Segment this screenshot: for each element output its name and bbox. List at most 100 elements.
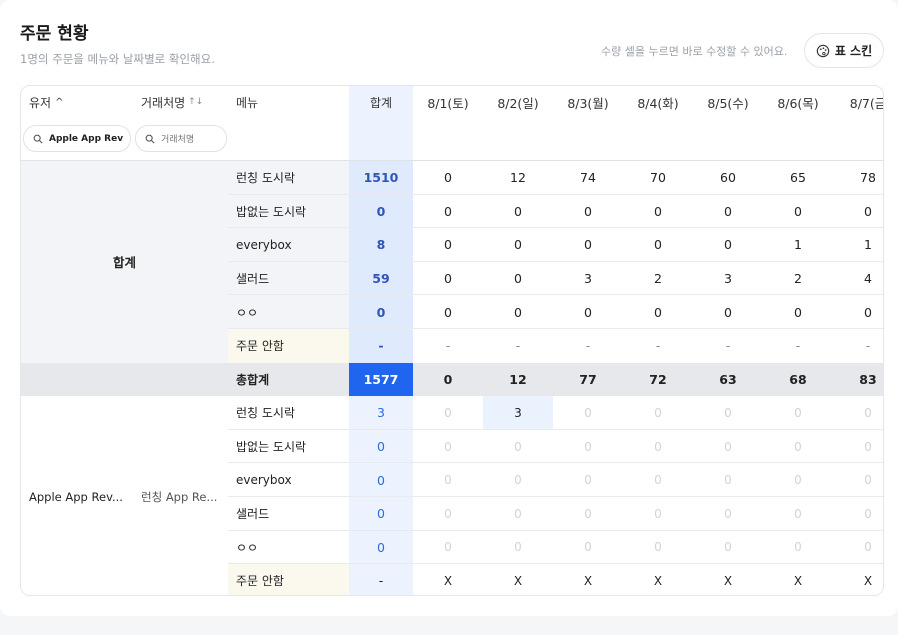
quantity-cell[interactable]: X — [413, 564, 483, 595]
user-name-cell[interactable]: Apple App Rev... — [21, 396, 136, 595]
summary-day-value: - — [445, 338, 451, 353]
quantity-cell[interactable]: 0 — [553, 497, 623, 531]
quantity-cell[interactable]: 0 — [693, 396, 763, 430]
quantity-cell[interactable]: 0 — [483, 497, 553, 531]
column-header-vendor[interactable]: 거래처명 ↑↓ — [133, 86, 228, 118]
quantity-cell[interactable]: X — [833, 564, 883, 595]
user-total-value: 0 — [377, 539, 385, 555]
summary-day-value: 0 — [794, 203, 802, 219]
summary-day-value: 0 — [864, 203, 872, 219]
summary-day-value: 2 — [654, 271, 662, 287]
summary-day-value: 0 — [444, 170, 452, 186]
quantity-cell[interactable]: 0 — [553, 463, 623, 497]
grand-total-day-value: 0 — [443, 371, 453, 387]
quantity-cell[interactable]: 0 — [693, 531, 763, 565]
summary-menu-label: 샐러드 — [236, 272, 270, 287]
quantity-cell[interactable]: 0 — [623, 396, 693, 430]
quantity-cell[interactable]: 0 — [693, 430, 763, 464]
summary-day-value: 1 — [864, 237, 872, 253]
vendor-search-input[interactable]: 거래처명 — [135, 125, 227, 152]
grand-total-day-value: 63 — [719, 371, 737, 387]
quantity-cell[interactable]: 0 — [763, 531, 833, 565]
user-menu-label: ㅇㅇ — [236, 540, 259, 555]
grand-total-value: 1577 — [349, 362, 413, 397]
grand-total-day-value: 12 — [509, 371, 527, 387]
summary-day-value: 65 — [790, 170, 806, 186]
quantity-cell[interactable]: 0 — [833, 430, 883, 464]
quantity-cell[interactable]: 0 — [413, 497, 483, 531]
quantity-cell[interactable]: 0 — [833, 497, 883, 531]
column-header-total: 합계 — [369, 95, 393, 110]
quantity-cell[interactable]: 0 — [763, 396, 833, 430]
order-table: 유저 ^ 거래처명 ↑↓ 메뉴 합계 8/1(토) 8/2(일) 8/3(월) 8/4(화) 8/5… — [20, 85, 884, 596]
table-skin-button[interactable]: 표 스킨 — [804, 33, 884, 68]
edit-hint: 수량 셀을 누르면 바로 수정할 수 있어요. — [601, 45, 788, 58]
quantity-cell[interactable]: 0 — [623, 430, 693, 464]
summary-day-value: 0 — [584, 304, 592, 320]
summary-day-value: 0 — [584, 203, 592, 219]
search-icon — [145, 134, 155, 144]
summary-total-value: 0 — [349, 295, 413, 329]
summary-day-value: 60 — [720, 170, 736, 186]
quantity-cell[interactable]: 0 — [763, 430, 833, 464]
quantity-cell[interactable]: X — [693, 564, 763, 595]
summary-menu-label: 주문 안함 — [236, 339, 284, 354]
summary-day-value: - — [795, 338, 801, 353]
quantity-cell[interactable]: 0 — [693, 463, 763, 497]
quantity-cell[interactable]: 0 — [483, 463, 553, 497]
summary-day-value: 0 — [514, 271, 522, 287]
quantity-cell[interactable]: 0 — [763, 463, 833, 497]
quantity-cell[interactable]: 0 — [413, 463, 483, 497]
summary-menu-label: 런칭 도시락 — [236, 171, 296, 186]
quantity-cell[interactable]: 0 — [413, 430, 483, 464]
summary-day-value: 70 — [650, 170, 666, 186]
user-total-value: 0 — [377, 472, 385, 488]
summary-menu-label: 밥없는 도시락 — [236, 204, 307, 219]
user-menu-label: 밥없는 도시락 — [236, 440, 307, 455]
summary-total-value: 8 — [349, 228, 413, 262]
quantity-cell[interactable]: 0 — [553, 531, 623, 565]
summary-day-value: 0 — [724, 203, 732, 219]
sort-toggle-icon[interactable]: ↑↓ — [188, 97, 203, 107]
quantity-cell[interactable]: 0 — [413, 531, 483, 565]
quantity-cell[interactable]: 0 — [553, 396, 623, 430]
user-menu-label: everybox — [236, 473, 292, 488]
summary-day-value: - — [865, 338, 871, 353]
quantity-cell[interactable]: 0 — [623, 463, 693, 497]
quantity-cell[interactable]: X — [483, 564, 553, 595]
quantity-cell[interactable]: 0 — [763, 497, 833, 531]
page-subtitle: 1명의 주문을 메뉴와 날짜별로 확인해요. — [20, 52, 215, 66]
quantity-cell[interactable]: 0 — [693, 497, 763, 531]
quantity-cell[interactable]: X — [763, 564, 833, 595]
summary-day-value: 1 — [794, 237, 802, 253]
quantity-cell[interactable]: 0 — [833, 396, 883, 430]
summary-day-value: - — [725, 338, 731, 353]
column-header-user[interactable]: 유저 ^ — [21, 86, 131, 118]
quantity-cell[interactable]: 3 — [483, 396, 553, 430]
user-menu-label: 런칭 도시락 — [236, 406, 296, 421]
user-total-value: - — [378, 573, 384, 589]
search-icon — [33, 134, 43, 144]
summary-day-value: 0 — [654, 203, 662, 219]
quantity-cell[interactable]: 0 — [623, 497, 693, 531]
palette-icon — [816, 44, 830, 57]
summary-day-value: - — [655, 338, 661, 353]
quantity-cell[interactable]: 0 — [623, 531, 693, 565]
quantity-cell[interactable]: X — [553, 564, 623, 595]
summary-day-value: 0 — [444, 304, 452, 320]
quantity-cell[interactable]: 0 — [483, 531, 553, 565]
quantity-cell[interactable]: 0 — [553, 430, 623, 464]
vendor-name-cell: 런칭 App Re... — [141, 489, 218, 504]
summary-day-value: 0 — [444, 203, 452, 219]
quantity-cell[interactable]: 0 — [483, 430, 553, 464]
quantity-cell[interactable]: 0 — [833, 531, 883, 565]
quantity-cell[interactable]: X — [623, 564, 693, 595]
user-search-input[interactable]: Apple App Rev — [23, 125, 131, 152]
sort-asc-icon[interactable]: ^ — [55, 97, 63, 108]
summary-day-value: 0 — [444, 271, 452, 287]
summary-total-value: 59 — [349, 261, 413, 296]
quantity-cell[interactable]: 0 — [833, 463, 883, 497]
summary-group-label: 합계 — [112, 255, 136, 271]
quantity-cell[interactable]: 0 — [413, 396, 483, 430]
column-header-date: 8/4(화) — [637, 95, 679, 111]
